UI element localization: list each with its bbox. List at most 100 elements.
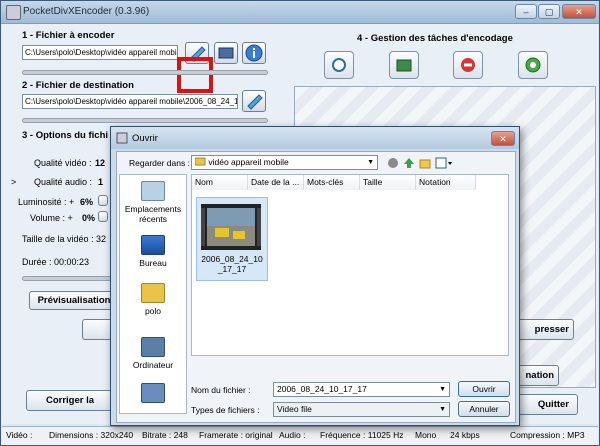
delete-task-button[interactable] <box>453 51 483 79</box>
settings-icon <box>218 47 234 59</box>
recent-places-icon <box>141 181 165 201</box>
user-folder-icon <box>141 283 165 303</box>
cancel-button[interactable]: Annuler <box>458 401 510 417</box>
filetype-select[interactable]: Video file ▼ <box>273 402 450 417</box>
destination-path-input[interactable]: C:\Users\polo\Desktop\vidéo appareil mob… <box>22 94 238 109</box>
browse-destination-button[interactable] <box>242 90 266 112</box>
col-size[interactable]: Taille <box>360 175 416 190</box>
folder-icon <box>194 157 206 166</box>
status-frequency: Fréquence : 11025 Hz <box>320 430 404 440</box>
desktop-icon <box>141 235 165 255</box>
status-compression: Compression : MP3 <box>510 430 585 440</box>
section2-scrollbar[interactable] <box>22 118 268 123</box>
add-task-icon <box>332 58 346 72</box>
status-video: Vidéo : <box>6 430 33 440</box>
section1-scrollbar[interactable] <box>22 70 268 75</box>
new-folder-icon[interactable] <box>419 157 431 169</box>
minimize-button[interactable]: ‒ <box>515 4 537 19</box>
place-recent[interactable]: Emplacements récents <box>120 181 186 224</box>
col-rating[interactable]: Notation <box>416 175 476 190</box>
side-marker: > <box>11 177 17 187</box>
audio-quality-label: Qualité audio : <box>34 177 93 187</box>
highlight-box <box>177 57 213 93</box>
dialog-app-icon <box>116 132 128 144</box>
place-recent-label: Emplacements récents <box>124 204 182 224</box>
look-in-select[interactable]: vidéo appareil mobile ▼ <box>191 155 378 170</box>
save-task-button[interactable] <box>389 51 419 79</box>
col-name[interactable]: Nom <box>192 175 248 190</box>
file-item-label: 2006_08_24_10_17_17 <box>201 254 263 274</box>
chevron-down-icon: ▼ <box>367 159 374 166</box>
compress-button[interactable]: presser <box>512 319 574 340</box>
place-network[interactable] <box>120 383 186 406</box>
section3-title: 3 - Options du fichi <box>22 130 109 141</box>
dialog-close-button[interactable]: ✕ <box>491 131 515 146</box>
filetype-value: Video file <box>277 404 312 414</box>
status-dimensions: Dimensions : 320x240 <box>49 430 134 440</box>
chevron-down-icon: ▼ <box>439 406 446 413</box>
app-icon <box>6 5 21 20</box>
volume-label: Volume : + <box>30 213 73 223</box>
look-in-value: vidéo appareil mobile <box>208 157 289 167</box>
up-folder-icon[interactable] <box>403 157 415 169</box>
info-button[interactable] <box>242 42 266 64</box>
back-icon[interactable] <box>387 157 399 169</box>
brightness-label: Luminosité : + <box>18 197 75 207</box>
run-task-button[interactable] <box>518 51 548 79</box>
section1-title: 1 - Fichier à encoder <box>22 30 115 41</box>
close-button[interactable]: ✕ <box>562 4 596 19</box>
section4-title: 4 - Gestion des tâches d'encodage <box>357 33 513 44</box>
info-icon <box>245 44 263 62</box>
sub-settings-button[interactable] <box>214 42 238 64</box>
dialog-title: Ouvrir <box>132 133 158 144</box>
file-list: Nom Date de la ... Mots-clés Taille Nota… <box>191 174 509 356</box>
section2-title: 2 - Fichier de destination <box>22 80 134 91</box>
place-computer-label: Ordinateur <box>132 360 174 370</box>
maximize-button[interactable]: ▢ <box>538 4 560 19</box>
filename-input[interactable]: 2006_08_24_10_17_17 ▼ <box>273 382 450 397</box>
video-thumbnail-icon <box>201 204 261 250</box>
open-button[interactable]: Ouvrir <box>458 381 510 397</box>
place-desktop[interactable]: Bureau <box>120 235 186 268</box>
quit-button[interactable]: Quitter <box>512 394 578 415</box>
fix-button[interactable]: Corriger la <box>26 390 114 411</box>
place-desktop-label: Bureau <box>139 258 167 268</box>
chevron-down-icon: ▼ <box>439 386 446 393</box>
video-quality-value: 12 <box>95 158 106 168</box>
run-task-icon <box>525 57 541 73</box>
place-user-label: polo <box>144 306 162 316</box>
status-mono: Mono <box>415 430 437 440</box>
brightness-value: 6% <box>80 197 94 207</box>
views-menu-icon[interactable] <box>435 157 453 169</box>
preview-label: Prévisualisation <box>37 295 111 306</box>
save-task-icon <box>396 59 412 72</box>
filename-value: 2006_08_24_10_17_17 <box>277 384 367 394</box>
dialog-body: Regarder dans : vidéo appareil mobile ▼ … <box>116 151 516 423</box>
open-dialog: Ouvrir ✕ Regarder dans : vidéo appareil … <box>110 126 520 426</box>
place-computer[interactable]: Ordinateur <box>120 337 186 370</box>
compress-label: presser <box>534 324 569 335</box>
col-tags[interactable]: Mots-clés <box>304 175 360 190</box>
duration-label: Durée : 00:00:23 <box>22 257 90 267</box>
add-task-button[interactable] <box>324 51 354 79</box>
options-button[interactable] <box>82 319 112 340</box>
video-quality-label: Qualité vidéo : <box>34 158 92 168</box>
computer-icon <box>141 337 165 357</box>
network-icon <box>141 383 165 403</box>
source-path-input[interactable]: C:\Users\polo\Desktop\vidéo appareil mob… <box>22 45 178 60</box>
status-kbps: 24 kbps <box>450 430 480 440</box>
status-bar: Vidéo : Dimensions : 320x240 Bitrate : 2… <box>2 426 598 445</box>
brightness-stepper[interactable] <box>98 195 108 206</box>
folder-icon <box>247 94 263 110</box>
status-audio: Audio : <box>279 430 306 440</box>
file-item[interactable]: 2006_08_24_10_17_17 <box>196 197 268 281</box>
place-user[interactable]: polo <box>120 283 186 316</box>
filetype-label: Types de fichiers : <box>191 405 260 415</box>
status-framerate: Framerate : original <box>199 430 273 440</box>
filename-label: Nom du fichier : <box>191 385 251 395</box>
volume-stepper[interactable] <box>98 211 108 222</box>
video-size-label: Taille de la vidéo : 32 <box>22 234 107 244</box>
col-date[interactable]: Date de la ... <box>248 175 304 190</box>
volume-value: 0% <box>82 213 96 223</box>
preview-button[interactable]: Prévisualisation <box>29 291 119 310</box>
